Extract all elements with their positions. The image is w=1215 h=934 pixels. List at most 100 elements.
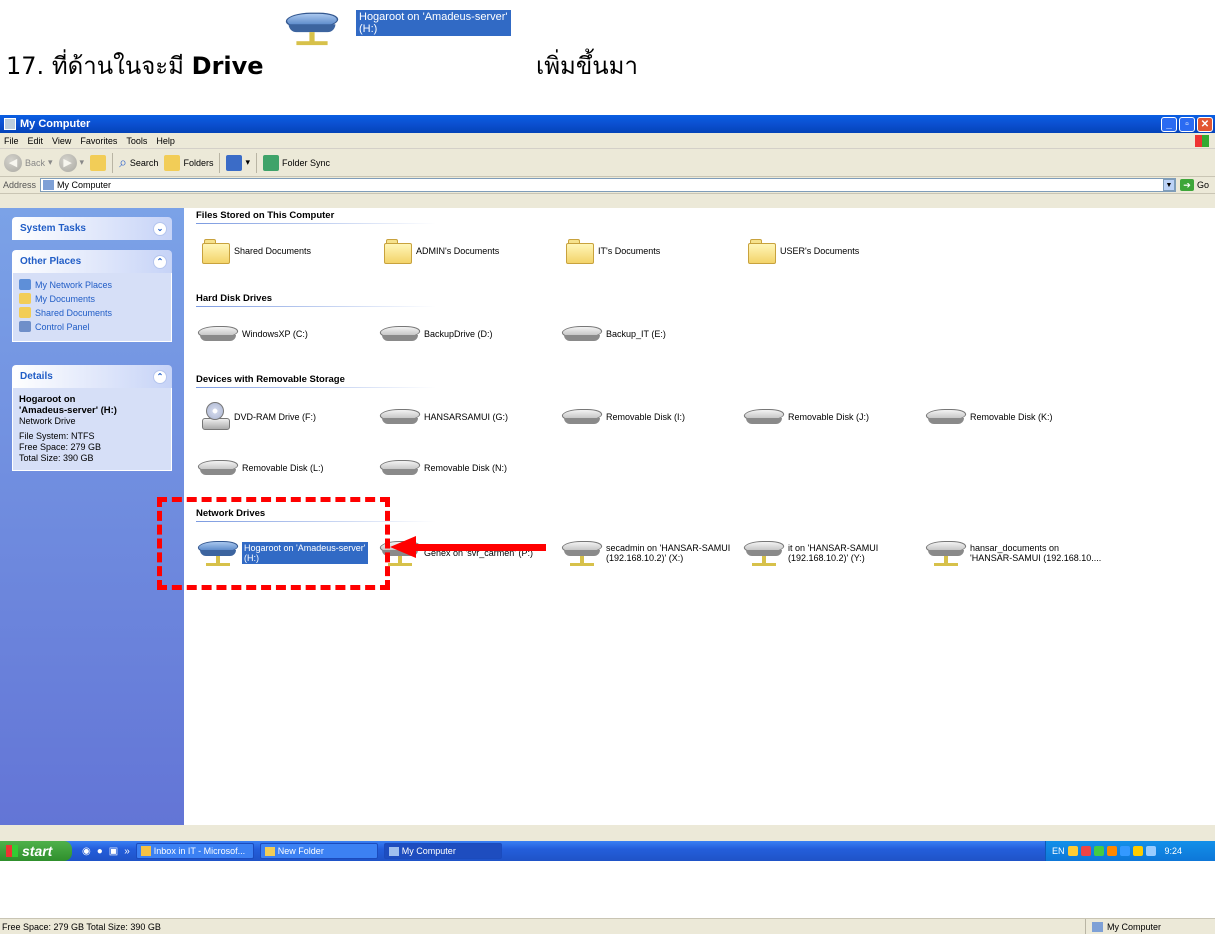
instruction-text-before: ที่ด้านในจะมี [51,52,184,80]
tray-icon[interactable] [1119,846,1130,856]
tray-icon[interactable] [1093,846,1104,856]
details-file-system: File System: NTFS [19,431,95,441]
tray-icon[interactable] [1106,846,1117,856]
taskbar: start ◉ ● ▣ » Inbox in IT - Microsof... … [0,841,1215,861]
my-computer-window: My Computer _ ▫ ✕ File Edit View Favorit… [0,115,1215,934]
menu-favorites[interactable]: Favorites [80,136,117,146]
chevron-right-icon[interactable]: » [124,846,130,857]
language-indicator[interactable]: EN [1052,846,1065,856]
details-type: Network Drive [19,416,76,426]
sync-icon [263,154,279,171]
menu-tools[interactable]: Tools [126,136,147,146]
toolbar: ◀ Back ▾ ▶ ▾ ⌕ Search Folders ▾ Folder S… [0,149,1215,177]
folder-it-documents[interactable]: IT's Documents [566,238,660,264]
taskbar-item-outlook[interactable]: Inbox in IT - Microsof... [135,843,254,859]
minimize-button[interactable]: _ [1161,116,1177,132]
maximize-button[interactable]: ▫ [1179,116,1195,132]
tray-icon[interactable] [1067,846,1078,856]
tray-icon[interactable] [1080,846,1091,856]
other-places-network[interactable]: My Network Places [19,279,165,290]
back-arrow-icon: ◀ [4,153,22,172]
title-bar[interactable]: My Computer _ ▫ ✕ [0,115,1215,133]
drive-k[interactable]: Removable Disk (K:) [923,407,1053,427]
drive-i[interactable]: Removable Disk (I:) [559,407,685,427]
status-right: My Computer [1107,921,1162,932]
drive-f[interactable]: DVD-RAM Drive (F:) [202,402,316,432]
folder-admin-documents[interactable]: ADMIN's Documents [384,238,499,264]
chevron-down-icon[interactable]: ⌄ [153,221,167,236]
instruction-text-after: เพิ่มขึ้นมา [536,52,638,80]
removable-disk-icon [377,458,423,478]
taskbar-item-new-folder[interactable]: New Folder [259,843,378,859]
window-title: My Computer [20,118,91,130]
folder-icon [202,238,230,264]
annotation-highlight-box [157,497,390,590]
system-tasks-header[interactable]: System Tasks ⌄ [12,217,172,240]
drive-e[interactable]: Backup_IT (E:) [559,324,666,344]
network-drive-y[interactable]: it on 'HANSAR-SAMUI (192.168.10.2)' (Y:) [741,539,878,567]
forward-button[interactable]: ▶ ▾ [58,153,84,172]
browser-icon[interactable]: ◉ [82,846,91,857]
quick-launch: ◉ ● ▣ » [82,846,130,857]
folder-shared-documents[interactable]: Shared Documents [202,238,311,264]
drive-c[interactable]: WindowsXP (C:) [195,324,308,344]
network-drive-icon [741,539,787,567]
go-button[interactable]: ➔ Go [1179,179,1209,191]
computer-icon [4,118,16,130]
details-free-space: Free Space: 279 GB [19,442,102,452]
menu-view[interactable]: View [52,136,71,146]
dvd-drive-icon [202,402,230,432]
network-drive-documents-label: hansar_documents on 'HANSAR-SAMUI (192.1… [970,543,1102,563]
drive-d[interactable]: BackupDrive (D:) [377,324,493,344]
hard-drive-icon [559,324,605,344]
folder-icon [264,846,275,856]
up-folder-button[interactable] [90,154,107,171]
network-drive-icon [923,539,969,567]
other-places-shared-documents[interactable]: Shared Documents [19,307,165,318]
chrome-icon[interactable]: ● [97,846,103,857]
drive-g[interactable]: HANSARSAMUI (G:) [377,407,508,427]
up-folder-icon [90,154,107,171]
folders-icon [164,154,181,171]
hard-drive-icon [195,324,241,344]
status-bar: Free Space: 279 GB Total Size: 390 GB My… [0,918,1215,934]
network-drive-x[interactable]: secadmin on 'HANSAR-SAMUI (192.168.10.2)… [559,539,730,567]
drive-j[interactable]: Removable Disk (J:) [741,407,869,427]
drive-n[interactable]: Removable Disk (N:) [377,458,507,478]
address-dropdown-button[interactable]: ▼ [1162,179,1175,191]
details-panel: Details ⌃ Hogaroot on 'Amadeus-server' (… [12,365,172,471]
chevron-up-icon[interactable]: ⌃ [153,254,167,269]
computer-icon [1092,921,1103,932]
clock[interactable]: 9:24 [1165,846,1183,856]
menu-edit[interactable]: Edit [28,136,44,146]
instruction-header: 17. ที่ด้านในจะมี Drive Hogaroot on 'Ama… [0,0,1215,110]
other-places-header[interactable]: Other Places ⌃ [12,250,172,273]
drive-l[interactable]: Removable Disk (L:) [195,458,324,478]
menu-help[interactable]: Help [156,136,175,146]
tray-icon[interactable] [1145,846,1156,856]
other-places-my-documents[interactable]: My Documents [19,293,165,304]
desktop-icon[interactable]: ▣ [109,846,118,857]
address-label: Address [3,180,37,190]
folder-sync-button[interactable]: Folder Sync [263,154,330,171]
views-button[interactable]: ▾ [226,154,250,171]
removable-disk-icon [741,407,787,427]
menu-file[interactable]: File [4,136,19,146]
chevron-up-icon[interactable]: ⌃ [153,369,167,384]
address-input[interactable]: My Computer ▼ [40,178,1176,192]
search-button[interactable]: ⌕ Search [119,154,158,171]
network-drive-documents[interactable]: hansar_documents on 'HANSAR-SAMUI (192.1… [923,539,1102,567]
folder-user-documents[interactable]: USER's Documents [748,238,859,264]
details-header[interactable]: Details ⌃ [12,365,172,388]
close-button[interactable]: ✕ [1197,116,1213,132]
folders-button[interactable]: Folders [164,154,213,171]
instruction-bold-word: Drive [191,52,264,80]
start-button[interactable]: start [0,841,72,861]
other-places-control-panel[interactable]: Control Panel [19,321,165,332]
system-tray: EN 9:24 [1045,841,1215,861]
folder-icon [566,238,594,264]
taskbar-item-my-computer[interactable]: My Computer [383,843,502,859]
tray-icon[interactable] [1132,846,1143,856]
system-tasks-panel: System Tasks ⌄ [12,217,172,240]
back-button[interactable]: ◀ Back ▾ [4,153,53,172]
